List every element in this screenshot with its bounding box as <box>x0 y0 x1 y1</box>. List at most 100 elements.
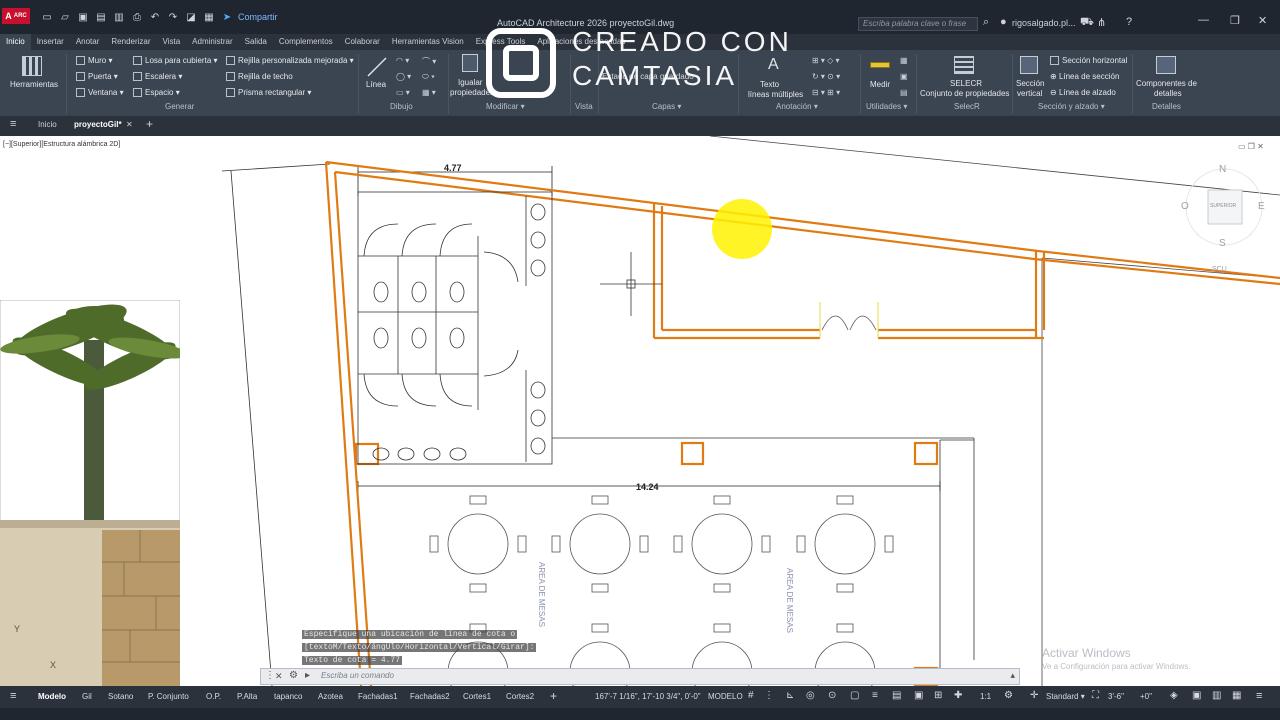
tab-active-drawing[interactable]: proyectoGil* <box>74 120 122 129</box>
minimize-icon[interactable]: — <box>1198 14 1209 26</box>
layout-tab-fachadas2[interactable]: Fachadas2 <box>410 692 450 701</box>
viewcube-south[interactable]: S <box>1219 238 1226 249</box>
wall-button[interactable]: Muro ▾ <box>76 56 112 66</box>
layout-tab-sotano[interactable]: Sotano <box>108 692 133 701</box>
grid-icon[interactable]: # <box>748 690 754 701</box>
isolate-icon[interactable]: ◈ <box>1170 690 1178 701</box>
panel-capas[interactable]: Capas ▾ <box>652 102 681 111</box>
roof-slab-button[interactable]: Losa para cubierta ▾ <box>133 56 218 66</box>
hardware-accel-icon[interactable]: ▣ <box>1192 690 1201 701</box>
search-input[interactable]: Escriba palabra clave o frase <box>858 17 978 31</box>
tab-inicio[interactable]: Inicio <box>0 34 31 50</box>
coordinates-readout[interactable]: 167'-7 1/16", 17'-10 3/4", 0'-0" <box>595 692 701 701</box>
3d-osnap-icon[interactable]: ⊞ <box>934 690 942 701</box>
display-style-dropdown[interactable]: Standard ▾ <box>1046 692 1085 701</box>
panel-anotacion[interactable]: Anotación ▾ <box>776 102 818 111</box>
polyline-icon[interactable]: ⌒ ▾ <box>422 56 436 67</box>
layer-tools-icon[interactable]: ⊞ ▾ ◇ ▾ <box>812 56 840 65</box>
save-icon[interactable]: ▣ <box>76 10 90 24</box>
vertical-section-button[interactable]: Sección <box>1016 79 1044 88</box>
line-button[interactable]: Línea <box>366 80 386 89</box>
selecr-button[interactable]: SELECR <box>950 79 982 88</box>
rectangle-icon[interactable]: ▭ ▾ <box>396 88 410 97</box>
close-tab-icon[interactable]: ✕ <box>126 120 133 129</box>
layout-tab-cortes2[interactable]: Cortes2 <box>506 692 534 701</box>
undo-icon[interactable]: ↶ <box>148 10 162 24</box>
layout-tab-tapanco[interactable]: tapanco <box>274 692 302 701</box>
new-icon[interactable]: ▭ <box>40 10 54 24</box>
add-icon[interactable]: ✛ <box>1030 690 1038 701</box>
tools-palette-icon[interactable] <box>22 56 42 76</box>
tab-anotar[interactable]: Anotar <box>70 34 106 50</box>
user-name[interactable]: rigosalgado.pl... <box>1012 18 1076 28</box>
expand-icon[interactable]: ▴ <box>1010 670 1015 681</box>
tab-renderizar[interactable]: Renderizar <box>105 34 156 50</box>
viewport-controls[interactable]: [−][Superior][Estructura alámbrica 2D] <box>3 141 120 148</box>
elevation-icon[interactable]: ⛶ <box>1092 690 1099 701</box>
app-menu-button[interactable]: A ARC <box>2 8 30 24</box>
lineweight-icon[interactable]: ≡ <box>872 690 878 701</box>
panel-vista[interactable]: Vista <box>575 102 593 111</box>
redo-icon[interactable]: ↷ <box>166 10 180 24</box>
panel-modificar[interactable]: Modificar ▾ <box>486 102 525 111</box>
recent-commands-icon[interactable]: ▸ <box>305 670 310 681</box>
osnap-icon[interactable]: ▢ <box>850 690 859 701</box>
window-button[interactable]: Ventana ▾ <box>76 88 124 98</box>
prism-button[interactable]: Prisma rectangular ▾ <box>226 88 311 98</box>
detail-components-button[interactable]: Componentes de <box>1136 79 1197 88</box>
viewcube-top-face[interactable]: SUPERIOR <box>1210 203 1236 209</box>
panel-utilidades[interactable]: Utilidades ▾ <box>866 102 907 111</box>
share-label[interactable]: Compartir <box>238 12 278 22</box>
offset-value[interactable]: +0" <box>1140 692 1152 701</box>
arc-icon[interactable]: ◠ ▾ <box>396 56 409 65</box>
polar-icon[interactable]: ◎ <box>806 690 815 701</box>
user-icon[interactable]: ● <box>1000 16 1007 28</box>
list-icon[interactable]: ▤ <box>900 88 908 97</box>
close-command-icon[interactable]: ✕ <box>275 671 283 682</box>
cart-icon[interactable]: ⛟ <box>1080 16 1094 30</box>
space-button[interactable]: Espacio ▾ <box>133 88 180 98</box>
tab-herramientas-vision[interactable]: Herramientas Vision <box>386 34 470 50</box>
annotation-scale[interactable]: 1:1 <box>980 692 991 701</box>
tab-complementos[interactable]: Complementos <box>273 34 339 50</box>
share-network-icon[interactable]: ⋔ <box>1097 16 1106 29</box>
layout-tab-palta[interactable]: P.Alta <box>237 692 257 701</box>
section-line-button[interactable]: ⊕ Línea de sección <box>1050 72 1119 81</box>
command-input[interactable]: Escriba un comando <box>321 671 394 680</box>
custom-grid-button[interactable]: Rejilla personalizada mejorada ▾ <box>226 56 354 66</box>
panel-seccion-alzado[interactable]: Sección y alzado ▾ <box>1038 102 1105 111</box>
dynamic-ucs-icon[interactable]: ✚ <box>954 690 962 701</box>
ucs-menu[interactable]: SCU <box>1212 266 1227 273</box>
viewcube-north[interactable]: N <box>1219 164 1226 175</box>
share-icon[interactable]: ➤ <box>220 10 234 24</box>
clean-screen-icon[interactable]: ▥ <box>1212 690 1221 701</box>
maximize-icon[interactable]: ❐ <box>1230 14 1240 27</box>
hatch-icon[interactable]: ▦ ▾ <box>422 88 436 97</box>
match-properties-button[interactable]: Igualar <box>458 78 482 87</box>
stair-button[interactable]: Escalera ▾ <box>133 72 182 82</box>
settings-icon[interactable]: ⚙ <box>1004 690 1013 701</box>
grip-icon[interactable]: ⋮ <box>265 670 275 681</box>
tab-administrar[interactable]: Administrar <box>186 34 238 50</box>
layer-iso-icon[interactable]: ↻ ▾ ⊙ ▾ <box>812 72 840 81</box>
command-line[interactable]: ⋮ ✕ ⚙ ▸ Escriba un comando ▴ <box>260 668 1020 685</box>
panel-selecr[interactable]: SelecR <box>954 102 980 111</box>
dimension-width[interactable]: 14.24 <box>636 482 659 492</box>
layout-tab-cortes1[interactable]: Cortes1 <box>463 692 491 701</box>
viewcube-west[interactable]: O <box>1181 201 1189 212</box>
elevation-value[interactable]: 3'-6" <box>1108 692 1124 701</box>
print-icon[interactable]: ⎙ <box>130 10 144 24</box>
layout-tab-fachadas1[interactable]: Fachadas1 <box>358 692 398 701</box>
circle-icon[interactable]: ◯ ▾ <box>396 72 411 81</box>
calculator-icon[interactable]: ▦ <box>900 56 908 65</box>
help-icon[interactable]: ? <box>1126 16 1132 28</box>
panel-dibujo[interactable]: Dibujo <box>390 102 413 111</box>
panel-detalles[interactable]: Detalles <box>1152 102 1181 111</box>
tools-button[interactable]: Herramientas <box>10 80 58 89</box>
door-button[interactable]: Puerta ▾ <box>76 72 118 82</box>
plot-icon[interactable]: ◪ <box>184 10 198 24</box>
publish-icon[interactable]: ▥ <box>112 10 126 24</box>
selection-cycling-icon[interactable]: ▣ <box>914 690 923 701</box>
layer-walk-icon[interactable]: ⊟ ▾ ⊞ ▾ <box>812 88 840 97</box>
customize-icon[interactable]: ⚙ <box>289 670 298 681</box>
